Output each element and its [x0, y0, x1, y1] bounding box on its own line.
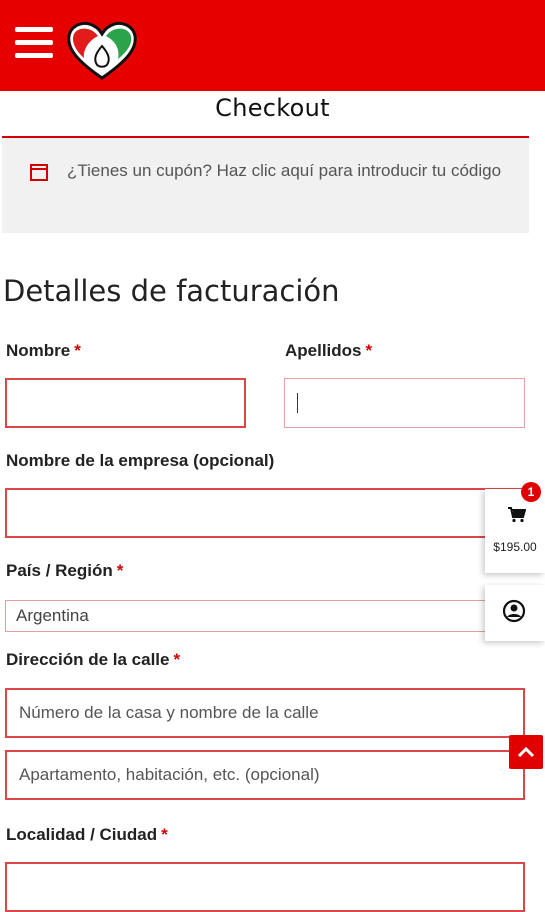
country-select[interactable]: Argentina — [5, 600, 525, 632]
last-name-label: Apellidos * — [285, 340, 372, 362]
coupon-notice: ¿Tienes un cupón? Haz clic aquí para int… — [2, 138, 529, 233]
coupon-text: ¿Tienes un cupón? Haz clic aquí para int… — [67, 157, 507, 185]
company-label: Nombre de la empresa (opcional) — [6, 451, 275, 470]
chevron-up-icon — [517, 746, 535, 758]
cart-icon — [508, 507, 526, 523]
last-name-label-text: Apellidos — [285, 341, 362, 360]
required-marker: * — [74, 341, 81, 360]
company-field[interactable] — [5, 488, 525, 538]
scroll-top-button[interactable] — [509, 735, 543, 769]
site-header — [0, 0, 545, 91]
street-line1-field[interactable] — [5, 688, 525, 738]
first-name-label-text: Nombre — [6, 341, 71, 360]
first-name-field[interactable] — [5, 378, 246, 428]
cart-total: $195.00 — [493, 540, 537, 554]
coupon-icon — [30, 164, 48, 181]
street-label-text: Dirección de la calle — [6, 650, 170, 669]
floating-cart-button[interactable] — [485, 489, 545, 573]
last-name-field[interactable] — [284, 378, 525, 428]
hamburger-menu-icon[interactable] — [15, 27, 53, 59]
required-marker: * — [173, 650, 181, 669]
required-marker: * — [116, 561, 124, 580]
heart-logo-icon[interactable] — [66, 20, 138, 80]
page-title: Checkout — [215, 94, 330, 122]
coupon-link[interactable]: ¿Tienes un cupón? Haz clic aquí para int… — [67, 161, 501, 180]
street-label: Dirección de la calle * — [6, 649, 180, 671]
required-marker: * — [161, 825, 168, 844]
city-field[interactable] — [5, 862, 525, 912]
first-name-label: Nombre * — [6, 340, 81, 362]
billing-section-title: Detalles de facturación — [3, 274, 340, 308]
cart-count-badge: 1 — [521, 482, 541, 502]
text-cursor — [297, 393, 298, 413]
city-label-text: Localidad / Ciudad — [6, 825, 158, 844]
account-icon — [502, 599, 526, 623]
required-marker: * — [365, 341, 373, 360]
city-label: Localidad / Ciudad * — [6, 824, 168, 846]
country-label-text: País / Región — [6, 561, 113, 580]
street-line2-field[interactable] — [5, 750, 525, 800]
country-label: País / Región * — [6, 560, 123, 582]
